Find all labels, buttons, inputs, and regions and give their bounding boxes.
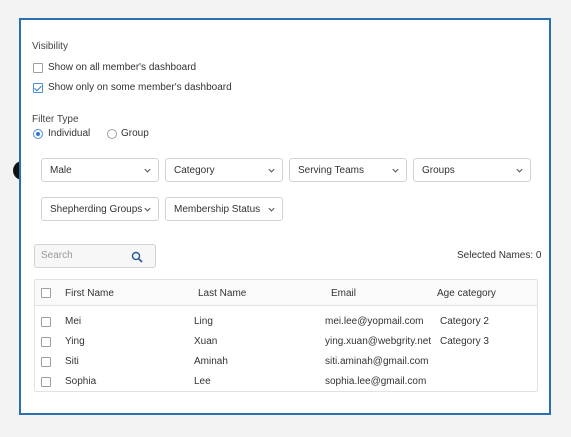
header-age-category: Age category	[437, 288, 496, 299]
category-dropdown[interactable]: Category	[165, 158, 283, 182]
search-box	[34, 244, 156, 268]
membership-status-dropdown-label: Membership Status	[174, 204, 261, 215]
select-all-checkbox[interactable]	[41, 288, 51, 298]
cell-first-name: Mei	[65, 316, 82, 327]
individual-label: Individual	[48, 128, 91, 139]
group-label: Group	[121, 128, 149, 139]
show-all-checkbox[interactable]	[33, 63, 43, 73]
row-checkbox[interactable]	[41, 357, 51, 367]
membership-status-dropdown[interactable]: Membership Status	[165, 197, 283, 221]
gender-dropdown-label: Male	[50, 165, 72, 176]
chevron-down-icon	[268, 207, 275, 212]
show-all-label: Show on all member's dashboard	[48, 62, 197, 73]
cell-last-name: Aminah	[194, 356, 228, 367]
show-some-checkbox[interactable]	[33, 83, 43, 93]
cell-email: ying.xuan@webgrity.net	[325, 336, 432, 347]
row-checkbox[interactable]	[41, 337, 51, 347]
cell-last-name: Lee	[194, 376, 211, 387]
search-input[interactable]	[41, 250, 121, 261]
cell-last-name: Xuan	[194, 336, 218, 347]
members-table: First Name Last Name Email Age category …	[34, 279, 538, 392]
chevron-down-icon	[144, 168, 151, 173]
groups-dropdown-label: Groups	[422, 165, 455, 176]
table-header: First Name Last Name Email Age category	[35, 280, 537, 306]
search-icon[interactable]	[131, 251, 143, 263]
chevron-down-icon	[144, 207, 151, 212]
table-row[interactable]: Ying Xuan ying.xuan@webgrity.net Categor…	[35, 333, 537, 353]
row-checkbox[interactable]	[41, 317, 51, 327]
shepherding-groups-dropdown-label: Shepherding Groups	[50, 204, 143, 215]
cell-email: sophia.lee@gmail.com	[325, 376, 427, 387]
table-row[interactable]: Siti Aminah siti.aminah@gmail.com	[35, 353, 537, 373]
group-radio[interactable]	[107, 129, 117, 139]
individual-radio[interactable]	[33, 129, 43, 139]
table-row[interactable]: Sophia Lee sophia.lee@gmail.com	[35, 373, 537, 393]
header-first-name: First Name	[65, 288, 114, 299]
category-dropdown-label: Category	[174, 165, 215, 176]
cell-first-name: Ying	[65, 336, 85, 347]
shepherding-groups-dropdown[interactable]: Shepherding Groups	[41, 197, 159, 221]
header-email: Email	[331, 288, 357, 299]
groups-dropdown[interactable]: Groups	[413, 158, 531, 182]
header-last-name: Last Name	[198, 288, 247, 299]
filter-type-title: Filter Type	[32, 114, 79, 125]
serving-teams-dropdown[interactable]: Serving Teams	[289, 158, 407, 182]
cell-email: siti.aminah@gmail.com	[325, 356, 429, 367]
gender-dropdown[interactable]: Male	[41, 158, 159, 182]
serving-teams-dropdown-label: Serving Teams	[298, 165, 364, 176]
cell-email: mei.lee@yopmail.com	[325, 316, 424, 327]
cell-last-name: Ling	[194, 316, 213, 327]
chevron-down-icon	[516, 168, 523, 173]
row-checkbox[interactable]	[41, 377, 51, 387]
cell-first-name: Siti	[65, 356, 79, 367]
cell-age-category: Category 2	[440, 316, 489, 327]
show-some-label: Show only on some member's dashboard	[48, 82, 232, 93]
cell-first-name: Sophia	[65, 376, 97, 387]
selected-names-count: Selected Names: 0	[457, 250, 542, 261]
settings-panel: Visibility Show on all member's dashboar…	[19, 18, 551, 415]
cell-age-category: Category 3	[440, 336, 489, 347]
table-row[interactable]: Mei Ling mei.lee@yopmail.com Category 2	[35, 313, 537, 333]
chevron-down-icon	[392, 168, 399, 173]
visibility-title: Visibility	[32, 41, 68, 52]
chevron-down-icon	[268, 168, 275, 173]
